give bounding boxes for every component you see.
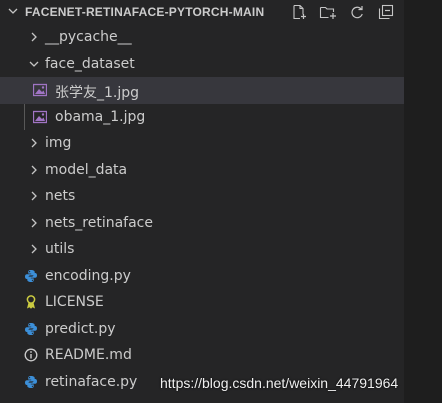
tree-item-label: face_dataset <box>45 55 135 72</box>
chevron-down-icon <box>29 61 39 67</box>
tree-item-label: img <box>45 135 72 151</box>
new-folder-icon[interactable] <box>319 3 337 21</box>
chevron-right-icon <box>31 32 37 42</box>
tree-folder-pycache[interactable]: __pycache__ <box>0 24 404 51</box>
tree-item-label: nets_retinaface <box>45 214 153 231</box>
tree-item-label: predict.py <box>45 320 116 337</box>
tree-item-label: encoding.py <box>45 267 131 284</box>
tree-item-label: LICENSE <box>45 294 104 310</box>
tree-file-zhangxueyou-jpg[interactable]: 张学友_1.jpg <box>0 77 404 104</box>
python-file-icon <box>25 269 37 282</box>
image-file-icon <box>33 110 47 123</box>
license-file-icon <box>26 295 36 309</box>
tree-item-label: 张学友_1.jpg <box>55 85 140 101</box>
explorer-panel: FACENET-RETINAFACE-PYTORCH-MAIN __pycach… <box>0 0 404 403</box>
tree-file-readme-md[interactable]: README.md <box>0 342 404 369</box>
tree-item-label: utils <box>45 241 75 257</box>
tree-file-encoding-py[interactable]: encoding.py <box>0 263 404 290</box>
tree-folder-model-data[interactable]: model_data <box>0 157 404 184</box>
tree-file-predict-py[interactable]: predict.py <box>0 316 404 343</box>
tree-folder-nets-retinaface[interactable]: nets_retinaface <box>0 210 404 237</box>
watermark-text: https://blog.csdn.net/weixin_44791964 <box>160 375 399 391</box>
chevron-right-icon <box>31 138 37 148</box>
chevron-down-icon[interactable] <box>8 6 18 16</box>
tree-file-license[interactable]: LICENSE <box>0 289 404 316</box>
refresh-icon[interactable] <box>348 3 366 21</box>
chevron-right-icon <box>31 165 37 174</box>
chevron-right-icon <box>31 244 37 254</box>
tree-folder-face-dataset[interactable]: face_dataset <box>0 51 404 78</box>
info-file-icon <box>24 348 38 362</box>
file-tree: __pycache__ face_dataset 张学友_1.jpg obama… <box>0 24 404 395</box>
chevron-right-icon <box>31 191 37 201</box>
tree-item-label: nets <box>45 188 76 204</box>
tree-file-obama-jpg[interactable]: obama_1.jpg <box>0 104 404 131</box>
explorer-title: FACENET-RETINAFACE-PYTORCH-MAIN <box>25 5 265 19</box>
tree-folder-utils[interactable]: utils <box>0 236 404 263</box>
python-file-icon <box>25 322 37 335</box>
collapse-all-icon[interactable] <box>377 3 395 21</box>
tree-folder-img[interactable]: img <box>0 130 404 157</box>
tree-item-label: model_data <box>45 161 128 178</box>
python-file-icon <box>25 375 37 388</box>
chevron-right-icon <box>31 218 37 227</box>
tree-item-label: obama_1.jpg <box>55 108 146 125</box>
image-file-icon <box>33 83 47 97</box>
tree-item-label: retinaface.py <box>45 373 138 390</box>
editor-area-edge <box>404 0 442 403</box>
tree-item-label: README.md <box>45 347 132 363</box>
explorer-header[interactable]: FACENET-RETINAFACE-PYTORCH-MAIN <box>0 0 404 24</box>
explorer-actions <box>290 2 406 22</box>
tree-item-label: __pycache__ <box>45 29 132 45</box>
new-file-icon[interactable] <box>290 3 308 21</box>
tree-folder-nets[interactable]: nets <box>0 183 404 210</box>
